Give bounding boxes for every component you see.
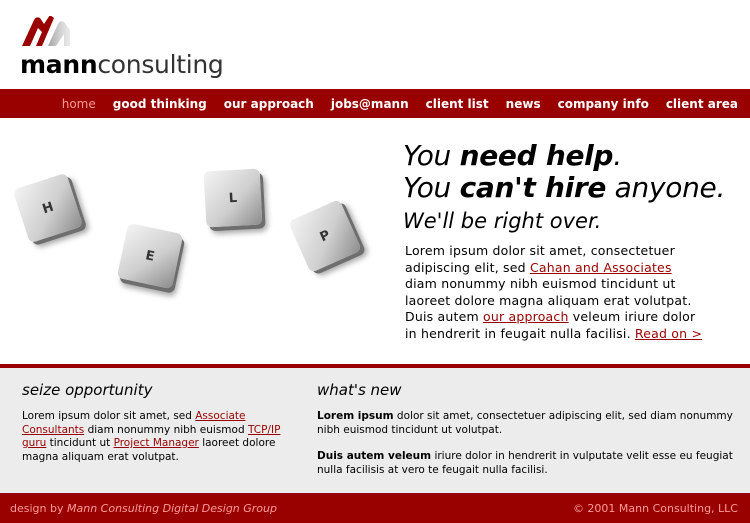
footer-credit: design by Mann Consulting Digital Design… [10,502,277,515]
nav-item-jobs[interactable]: jobs@mann [331,97,409,111]
tagline-1-pre: You [403,139,460,172]
key-h: H [12,172,84,244]
nav-item-home[interactable]: home [62,97,96,111]
tagline-line-1: You need help. [403,140,748,172]
tagline-1-bold: need help [459,139,614,172]
link-cahan-associates[interactable]: Cahan and Associates [530,260,672,275]
key-e-letter: E [144,247,156,265]
seize-opportunity-title: seize opportunity [22,381,153,399]
seize-text-2: diam nonummy nibh euismod [84,423,248,436]
footer: design by Mann Consulting Digital Design… [0,493,750,523]
news-item-1-heading: Lorem ipsum [317,410,394,422]
link-read-on[interactable]: Read on > [635,326,702,341]
nav-item-client-area[interactable]: client area [666,97,738,111]
whats-new-column: what's new Lorem ipsum dolor sit amet, c… [317,380,737,477]
hero-tagline: You need help. You can't hire anyone. We… [403,140,748,236]
whats-new-title: what's new [317,381,402,399]
hero-body-text: Lorem ipsum dolor sit amet, consectetuer… [405,243,705,342]
main-nav: home good thinking our approach jobs@man… [0,89,750,118]
seize-opportunity-body: Lorem ipsum dolor sit amet, sed Associat… [22,410,282,464]
hero-section: H E L P You need help. You can't hire an… [0,118,750,364]
logo-mark-icon[interactable] [20,16,72,48]
link-our-approach[interactable]: our approach [483,309,569,324]
key-h-letter: H [40,199,56,217]
key-e: E [116,222,184,290]
nav-item-our-approach[interactable]: our approach [224,97,314,111]
logo-wordmark[interactable]: mannconsulting [20,50,224,80]
key-p: P [288,199,362,273]
footer-copyright: © 2001 Mann Consulting, LLC [572,502,738,515]
whats-new-body: Lorem ipsum dolor sit amet, consectetuer… [317,410,737,477]
news-item-2-heading: Duis autem veleum [317,450,432,463]
news-item: Duis autem veleum iriure dolor in hendre… [317,450,737,477]
link-project-manager[interactable]: Project Manager [114,437,199,449]
tagline-1-post: . [613,139,622,172]
key-p-letter: P [317,227,333,245]
footer-credit-prefix: design by [10,502,67,515]
nav-item-good-thinking[interactable]: good thinking [113,97,207,111]
tagline-line-3: We'll be right over. [403,209,602,233]
logo-text-light: consulting [97,50,224,79]
logo-text-bold: mann [20,50,98,79]
news-item: Lorem ipsum dolor sit amet, consectetuer… [317,410,737,437]
seize-text-1: Lorem ipsum dolor sit amet, sed [22,410,196,422]
tagline-line-2: You can't hire anyone. [403,172,748,204]
seize-opportunity-column: seize opportunity Lorem ipsum dolor sit … [22,380,282,464]
help-keys-image: H E L P [10,158,390,308]
lower-section: seize opportunity Lorem ipsum dolor sit … [0,368,750,493]
footer-credit-link[interactable]: Mann Consulting Digital Design Group [67,502,277,515]
key-l-letter: L [228,190,238,206]
tagline-2-pre: You [403,171,460,204]
seize-text-3: tincidunt ut [46,437,114,450]
nav-item-client-list[interactable]: client list [426,97,489,111]
tagline-2-bold: can't hire [459,171,607,204]
tagline-2-post: anyone. [606,171,726,204]
header: mannconsulting [0,0,750,89]
nav-item-company-info[interactable]: company info [558,97,649,111]
key-l: L [203,168,263,228]
nav-item-news[interactable]: news [506,97,541,111]
